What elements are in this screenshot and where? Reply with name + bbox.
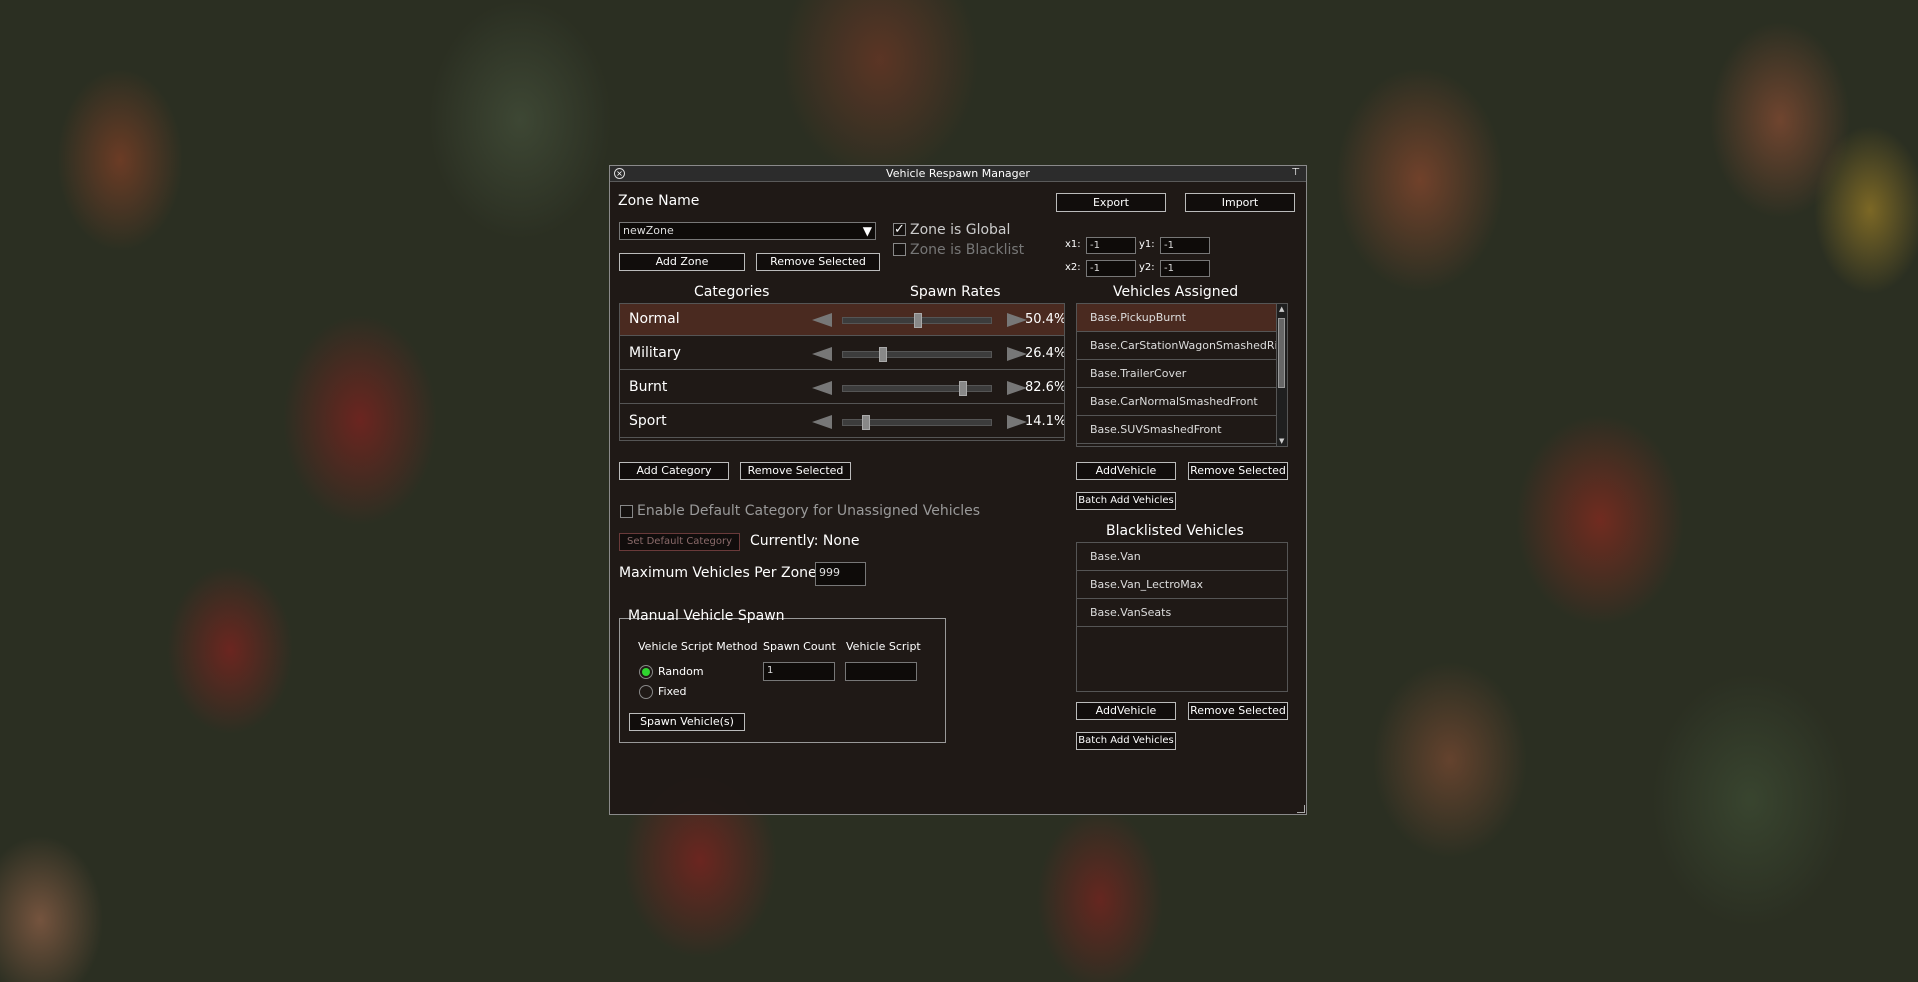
list-item[interactable]: Base.CarStationWagonSmashedRig <box>1077 332 1277 360</box>
max-vehicles-input[interactable]: 999 <box>815 562 866 586</box>
slider-thumb[interactable] <box>879 347 888 362</box>
x1-input[interactable]: -1 <box>1086 237 1136 254</box>
set-default-category-button[interactable]: Set Default Category <box>619 533 740 551</box>
slider-thumb[interactable] <box>959 381 968 396</box>
remove-assigned-vehicle-button[interactable]: Remove Selected <box>1188 462 1288 480</box>
vehicle-script-input[interactable] <box>845 662 917 681</box>
list-item[interactable]: Base.CarNormalSmashedFront <box>1077 388 1277 416</box>
arrow-left-icon[interactable] <box>812 313 832 327</box>
random-label: Random <box>658 665 704 678</box>
batch-add-assigned-button[interactable]: Batch Add Vehicles <box>1076 492 1176 510</box>
category-name: Military <box>629 345 681 361</box>
zone-dropdown[interactable]: newZone ▼ <box>619 222 876 240</box>
add-blacklisted-vehicle-button[interactable]: AddVehicle <box>1076 702 1176 720</box>
vehicle-script-label: Vehicle Script <box>846 640 921 653</box>
spawn-count-input[interactable]: 1 <box>763 662 835 681</box>
vehicles-assigned-list[interactable]: Base.PickupBurnt Base.CarStationWagonSma… <box>1076 303 1288 447</box>
manual-spawn-heading: Manual Vehicle Spawn <box>628 608 785 624</box>
zone-global-label: Zone is Global <box>910 222 1011 238</box>
spawn-vehicles-button[interactable]: Spawn Vehicle(s) <box>629 713 745 731</box>
spawn-rate-slider[interactable] <box>842 385 992 392</box>
category-row-military[interactable]: Military 26.4% <box>620 338 1065 370</box>
slider-thumb[interactable] <box>862 415 871 430</box>
spawn-rate-value: 50.4% <box>1025 312 1065 327</box>
category-name: Sport <box>629 413 667 429</box>
scrollbar[interactable]: ▲ ▼ <box>1276 304 1287 446</box>
arrow-left-icon[interactable] <box>812 381 832 395</box>
category-row-burnt[interactable]: Burnt 82.6% <box>620 372 1065 404</box>
import-button[interactable]: Import <box>1185 193 1295 212</box>
resize-handle[interactable] <box>1297 805 1305 813</box>
arrow-left-icon[interactable] <box>812 415 832 429</box>
x1-label: x1: <box>1065 239 1081 250</box>
slider-thumb[interactable] <box>913 313 922 328</box>
remove-category-button[interactable]: Remove Selected <box>740 462 851 480</box>
fixed-label: Fixed <box>658 685 687 698</box>
arrow-right-icon[interactable] <box>1007 381 1027 395</box>
add-assigned-vehicle-button[interactable]: AddVehicle <box>1076 462 1176 480</box>
x2-input[interactable]: -1 <box>1086 260 1136 277</box>
arrow-left-icon[interactable] <box>812 347 832 361</box>
y2-input[interactable]: -1 <box>1160 260 1210 277</box>
list-item[interactable]: Base.TrailerCover <box>1077 360 1277 388</box>
list-item[interactable]: Base.Van <box>1077 543 1287 571</box>
zone-global-checkbox[interactable]: ✓ <box>893 223 906 236</box>
list-item[interactable]: Base.Van_LectroMax <box>1077 571 1287 599</box>
categories-list[interactable]: Normal 50.4% Military 26.4% Burnt 82.6% … <box>619 303 1065 441</box>
title-bar[interactable]: × Vehicle Respawn Manager ⊤ <box>610 166 1306 182</box>
arrow-right-icon[interactable] <box>1007 347 1027 361</box>
scroll-up-icon[interactable]: ▲ <box>1279 305 1284 313</box>
category-row-normal[interactable]: Normal 50.4% <box>620 304 1065 336</box>
scroll-down-icon[interactable]: ▼ <box>1279 437 1284 445</box>
zone-dropdown-value: newZone <box>623 224 674 237</box>
remove-blacklisted-vehicle-button[interactable]: Remove Selected <box>1188 702 1288 720</box>
max-vehicles-label: Maximum Vehicles Per Zone <box>619 565 817 581</box>
arrow-right-icon[interactable] <box>1007 313 1027 327</box>
spawn-rate-value: 82.6% <box>1025 380 1065 395</box>
pin-icon[interactable]: ⊤ <box>1291 167 1300 178</box>
spawn-rates-heading: Spawn Rates <box>910 284 1001 300</box>
blacklisted-vehicles-heading: Blacklisted Vehicles <box>1106 523 1244 539</box>
y2-label: y2: <box>1139 262 1155 273</box>
list-item[interactable]: Base.VanSeats <box>1077 599 1287 627</box>
enable-default-category-checkbox[interactable] <box>620 505 633 518</box>
category-row-sport[interactable]: Sport 14.1% <box>620 406 1065 438</box>
y1-label: y1: <box>1139 239 1155 250</box>
spawn-rate-value: 14.1% <box>1025 414 1065 429</box>
scrollbar-thumb[interactable] <box>1278 318 1285 388</box>
vehicle-respawn-manager-window: × Vehicle Respawn Manager ⊤ Zone Name Ex… <box>609 165 1307 815</box>
remove-zone-button[interactable]: Remove Selected <box>756 253 880 271</box>
script-method-label: Vehicle Script Method <box>638 640 758 653</box>
current-default-category: Currently: None <box>750 533 860 549</box>
category-name: Normal <box>629 311 680 327</box>
vehicles-assigned-heading: Vehicles Assigned <box>1113 284 1239 300</box>
x2-label: x2: <box>1065 262 1081 273</box>
y1-input[interactable]: -1 <box>1160 237 1210 254</box>
window-title: Vehicle Respawn Manager <box>886 167 1030 180</box>
enable-default-category-label: Enable Default Category for Unassigned V… <box>637 503 981 519</box>
spawn-rate-value: 26.4% <box>1025 346 1065 361</box>
categories-heading: Categories <box>694 284 770 300</box>
list-item[interactable]: Base.PickupBurnt <box>1077 304 1277 332</box>
arrow-right-icon[interactable] <box>1007 415 1027 429</box>
add-zone-button[interactable]: Add Zone <box>619 253 745 271</box>
zone-blacklist-label: Zone is Blacklist <box>910 242 1025 258</box>
checkmark-icon: ✓ <box>894 222 905 237</box>
category-name: Burnt <box>629 379 668 395</box>
spawn-count-label: Spawn Count <box>763 640 836 653</box>
spawn-rate-slider[interactable] <box>842 351 992 358</box>
batch-add-blacklisted-button[interactable]: Batch Add Vehicles <box>1076 732 1176 750</box>
add-category-button[interactable]: Add Category <box>619 462 729 480</box>
chevron-down-icon: ▼ <box>862 224 872 238</box>
zone-name-heading: Zone Name <box>618 193 700 209</box>
export-button[interactable]: Export <box>1056 193 1166 212</box>
fixed-radio[interactable] <box>639 685 653 699</box>
blacklisted-vehicles-list[interactable]: Base.Van Base.Van_LectroMax Base.VanSeat… <box>1076 542 1288 692</box>
list-item[interactable]: Base.SUVSmashedFront <box>1077 416 1277 444</box>
zone-blacklist-checkbox[interactable] <box>893 243 906 256</box>
random-radio[interactable] <box>639 665 653 679</box>
